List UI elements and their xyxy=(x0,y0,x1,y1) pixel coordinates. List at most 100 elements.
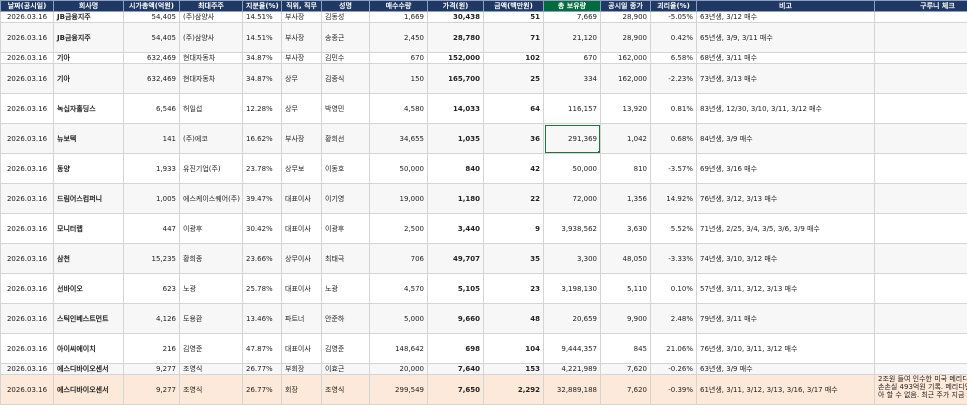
cell-price[interactable]: 9,660 xyxy=(427,303,484,334)
cell-qty[interactable]: 2,500 xyxy=(369,213,428,244)
cell-amount[interactable]: 23 xyxy=(483,273,544,304)
cell-name[interactable]: 안준하 xyxy=(321,303,370,334)
cell-close[interactable]: 7,620 xyxy=(600,374,651,405)
cell-qty[interactable]: 20,000 xyxy=(369,363,428,375)
cell-note[interactable]: 79년생, 3/11 매수 xyxy=(696,303,875,334)
cell-price[interactable]: 14,033 xyxy=(427,93,484,124)
cell-name[interactable]: 황희선 xyxy=(321,123,370,154)
cell-company[interactable]: 삼천 xyxy=(53,243,124,274)
col-header[interactable]: 최대주주 xyxy=(179,0,243,12)
cell-holder[interactable]: 에스케이스퀘어(주) xyxy=(179,183,243,214)
cell-gap[interactable]: 0.81% xyxy=(650,93,697,124)
cell-total[interactable]: 291,369 xyxy=(543,123,601,154)
cell-role[interactable]: 상무이사 xyxy=(281,243,322,274)
cell-date[interactable]: 2026.03.16 xyxy=(0,52,54,64)
col-header[interactable]: 총 보유량 xyxy=(543,0,601,12)
cell-company[interactable]: 뉴보텍 xyxy=(53,123,124,154)
cell-note[interactable]: 76년생, 3/10, 3/11, 3/12 매수 xyxy=(696,333,875,364)
cell-gap[interactable]: -5.05% xyxy=(650,11,697,23)
cell-mcap[interactable]: 623 xyxy=(123,273,180,304)
cell-company[interactable]: 아이씨에이치 xyxy=(53,333,124,364)
cell-gap[interactable]: 0.68% xyxy=(650,123,697,154)
cell-total[interactable]: 3,198,130 xyxy=(543,273,601,304)
cell-total[interactable]: 20,659 xyxy=(543,303,601,334)
cell-name[interactable]: 김민수 xyxy=(321,52,370,64)
cell-company[interactable]: 녹십자홀딩스 xyxy=(53,93,124,124)
cell-gap[interactable]: 6.58% xyxy=(650,52,697,64)
col-header[interactable]: 매수수량 xyxy=(369,0,428,12)
cell-note[interactable]: 69년생, 3/16 매수 xyxy=(696,153,875,184)
cell-mcap[interactable]: 141 xyxy=(123,123,180,154)
cell-holder[interactable]: (주)삼양사 xyxy=(179,11,243,23)
cell-note[interactable]: 71년생, 2/25, 3/4, 3/5, 3/6, 3/9 매수 xyxy=(696,213,875,244)
cell-date[interactable]: 2026.03.16 xyxy=(0,153,54,184)
cell-total[interactable]: 116,157 xyxy=(543,93,601,124)
cell-qty[interactable]: 148,642 xyxy=(369,333,428,364)
cell-mcap[interactable]: 6,546 xyxy=(123,93,180,124)
cell-qty[interactable]: 4,580 xyxy=(369,93,428,124)
col-header[interactable]: 지분율(%) xyxy=(242,0,282,12)
cell-pct[interactable]: 47.87% xyxy=(242,333,282,364)
cell-check[interactable] xyxy=(874,363,967,375)
cell-name[interactable]: 김동성 xyxy=(321,11,370,23)
cell-gap[interactable]: 0.10% xyxy=(650,273,697,304)
cell-holder[interactable]: 조영식 xyxy=(179,363,243,375)
cell-mcap[interactable]: 4,126 xyxy=(123,303,180,334)
cell-total[interactable]: 7,669 xyxy=(543,11,601,23)
col-header[interactable]: 회사명 xyxy=(53,0,124,12)
cell-role[interactable]: 상무 xyxy=(281,93,322,124)
col-header[interactable]: 공시일 종가 xyxy=(600,0,651,12)
cell-role[interactable]: 상무 xyxy=(281,63,322,94)
cell-gap[interactable]: -3.57% xyxy=(650,153,697,184)
col-header[interactable]: 날짜(공시일) xyxy=(0,0,54,12)
cell-holder[interactable]: 노광 xyxy=(179,273,243,304)
cell-note[interactable]: 73년생, 3/13 매수 xyxy=(696,63,875,94)
cell-amount[interactable]: 9 xyxy=(483,213,544,244)
cell-date[interactable]: 2026.03.16 xyxy=(0,374,54,405)
cell-total[interactable]: 334 xyxy=(543,63,601,94)
cell-check[interactable] xyxy=(874,11,967,23)
cell-pct[interactable]: 23.78% xyxy=(242,153,282,184)
cell-date[interactable]: 2026.03.16 xyxy=(0,93,54,124)
cell-price[interactable]: 698 xyxy=(427,333,484,364)
cell-holder[interactable]: 도용환 xyxy=(179,303,243,334)
cell-close[interactable]: 162,000 xyxy=(600,63,651,94)
cell-close[interactable]: 1,356 xyxy=(600,183,651,214)
cell-name[interactable]: 김영준 xyxy=(321,333,370,364)
cell-holder[interactable]: (주)삼양사 xyxy=(179,22,243,53)
cell-date[interactable]: 2026.03.16 xyxy=(0,273,54,304)
cell-date[interactable]: 2026.03.16 xyxy=(0,22,54,53)
cell-close[interactable]: 5,110 xyxy=(600,273,651,304)
cell-role[interactable]: 대표이사 xyxy=(281,183,322,214)
cell-amount[interactable]: 36 xyxy=(483,123,544,154)
cell-company[interactable]: JB금융지주 xyxy=(53,11,124,23)
cell-check[interactable] xyxy=(874,93,967,124)
cell-amount[interactable]: 48 xyxy=(483,303,544,334)
cell-company[interactable]: 드림어스컴퍼니 xyxy=(53,183,124,214)
cell-pct[interactable]: 26.77% xyxy=(242,374,282,405)
cell-pct[interactable]: 26.77% xyxy=(242,363,282,375)
cell-note[interactable]: 74년생, 3/10, 3/12 매수 xyxy=(696,243,875,274)
cell-amount[interactable]: 2,292 xyxy=(483,374,544,405)
cell-total[interactable]: 21,120 xyxy=(543,22,601,53)
cell-mcap[interactable]: 216 xyxy=(123,333,180,364)
cell-holder[interactable]: 유진기업(주) xyxy=(179,153,243,184)
cell-qty[interactable]: 706 xyxy=(369,243,428,274)
cell-qty[interactable]: 2,450 xyxy=(369,22,428,53)
cell-mcap[interactable]: 54,405 xyxy=(123,22,180,53)
cell-gap[interactable]: 5.52% xyxy=(650,213,697,244)
cell-pct[interactable]: 34.87% xyxy=(242,63,282,94)
cell-amount[interactable]: 104 xyxy=(483,333,544,364)
cell-name[interactable]: 박영민 xyxy=(321,93,370,124)
cell-price[interactable]: 30,438 xyxy=(427,11,484,23)
cell-holder[interactable]: 이광후 xyxy=(179,213,243,244)
cell-name[interactable]: 최태극 xyxy=(321,243,370,274)
col-header[interactable]: 괴리율(%) xyxy=(650,0,697,12)
cell-company[interactable]: 에스디바이오센서 xyxy=(53,374,124,405)
cell-close[interactable]: 1,042 xyxy=(600,123,651,154)
cell-date[interactable]: 2026.03.16 xyxy=(0,363,54,375)
cell-pct[interactable]: 23.66% xyxy=(242,243,282,274)
cell-note[interactable]: 68년생, 3/11 매수 xyxy=(696,52,875,64)
cell-role[interactable]: 부회장 xyxy=(281,363,322,375)
cell-mcap[interactable]: 9,277 xyxy=(123,374,180,405)
